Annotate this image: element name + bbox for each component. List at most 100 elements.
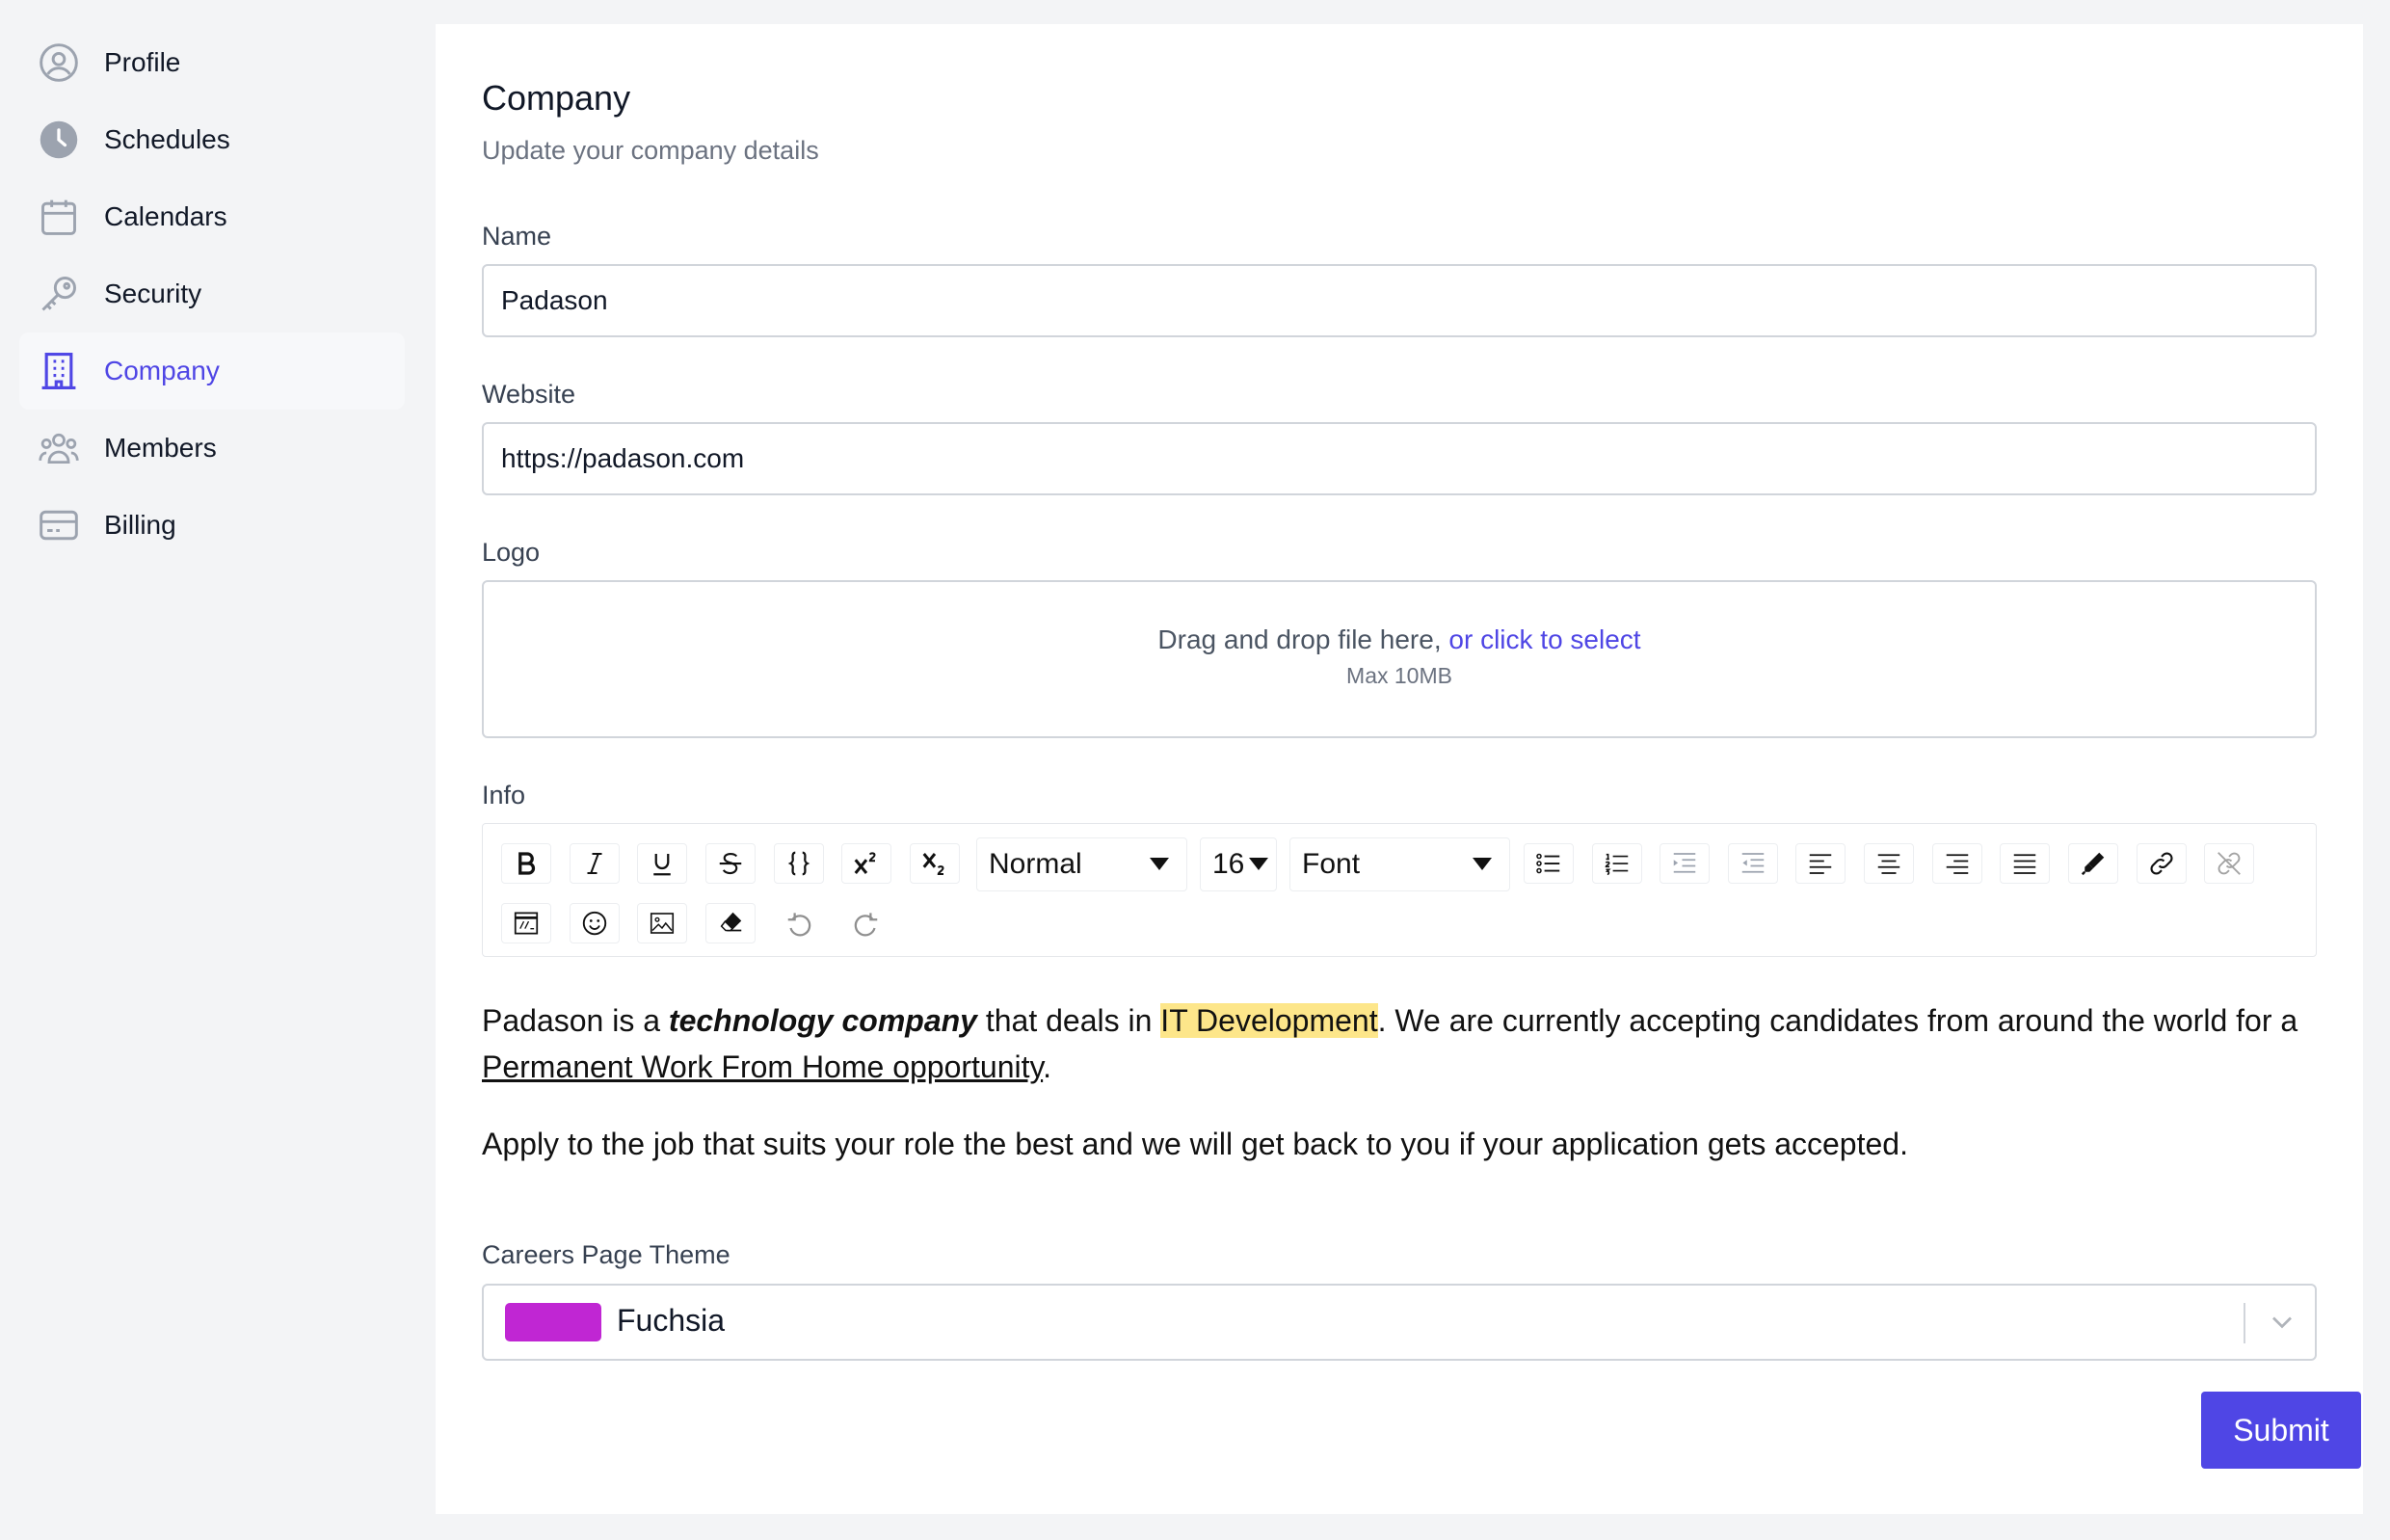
clear-format-button[interactable] bbox=[705, 903, 756, 943]
website-label: Website bbox=[482, 380, 576, 409]
strikethrough-button[interactable] bbox=[705, 843, 756, 884]
page-subtitle: Update your company details bbox=[482, 136, 819, 165]
block-format-value: Normal bbox=[989, 848, 1082, 880]
font-size-select[interactable]: 16 bbox=[1200, 837, 1277, 891]
image-icon bbox=[650, 913, 675, 934]
braces-icon bbox=[787, 851, 810, 876]
sidebar-item-schedules[interactable]: Schedules bbox=[19, 101, 405, 178]
clock-icon bbox=[37, 118, 81, 162]
theme-value: Fuchsia bbox=[617, 1303, 726, 1338]
align-left-icon bbox=[1809, 854, 1832, 874]
editor-text: Padason is a bbox=[482, 1003, 669, 1038]
superscript-button[interactable] bbox=[841, 843, 891, 884]
insert-image-button[interactable] bbox=[637, 903, 687, 943]
sidebar-item-label: Profile bbox=[104, 47, 181, 77]
italic-button[interactable] bbox=[570, 843, 620, 884]
dropzone-text-line: Drag and drop file here, or click to sel… bbox=[484, 624, 2315, 655]
sidebar-item-label: Calendars bbox=[104, 201, 227, 231]
dropzone-text: Drag and drop file here, bbox=[1157, 624, 1442, 654]
sidebar-item-billing[interactable]: Billing bbox=[19, 487, 405, 564]
editor-highlighted-text: IT Development bbox=[1160, 1003, 1378, 1038]
align-justify-button[interactable] bbox=[2000, 843, 2050, 884]
redo-icon bbox=[854, 913, 878, 937]
font-size-value: 16 bbox=[1212, 848, 1245, 880]
bullet-list-icon bbox=[1536, 853, 1560, 874]
sidebar-item-company[interactable]: Company bbox=[19, 332, 405, 410]
outdent-button[interactable] bbox=[1728, 843, 1778, 884]
eraser-icon bbox=[720, 912, 742, 932]
sidebar-item-label: Security bbox=[104, 279, 202, 308]
sidebar-item-members[interactable]: Members bbox=[19, 410, 405, 487]
highlight-color-button[interactable] bbox=[2068, 843, 2118, 884]
sidebar-item-security[interactable]: Security bbox=[19, 255, 405, 332]
sidebar-item-label: Schedules bbox=[104, 124, 230, 154]
undo-icon bbox=[787, 913, 811, 937]
logo-dropzone[interactable]: Drag and drop file here, or click to sel… bbox=[482, 580, 2317, 738]
careers-theme-select[interactable]: Fuchsia bbox=[482, 1284, 2317, 1361]
unlink-icon bbox=[2217, 852, 2241, 875]
insert-link-button[interactable] bbox=[2137, 843, 2187, 884]
editor-paragraph: Padason is a technology company that dea… bbox=[482, 997, 2317, 1090]
users-icon bbox=[37, 426, 81, 470]
theme-label: Careers Page Theme bbox=[482, 1240, 730, 1269]
info-editor[interactable]: Padason is a technology company that dea… bbox=[482, 997, 2317, 1198]
font-family-value: Font bbox=[1302, 848, 1361, 880]
align-right-button[interactable] bbox=[1932, 843, 1982, 884]
sidebar-item-profile[interactable]: Profile bbox=[19, 24, 405, 101]
select-divider bbox=[2244, 1303, 2245, 1343]
key-icon bbox=[37, 272, 81, 316]
bold-icon bbox=[518, 852, 536, 875]
caret-down-icon bbox=[1150, 858, 1169, 870]
editor-text: . bbox=[1043, 1049, 1052, 1084]
marker-icon bbox=[2081, 852, 2105, 876]
indent-icon bbox=[1673, 853, 1696, 873]
info-label: Info bbox=[482, 781, 526, 810]
editor-text: that deals in bbox=[976, 1003, 1161, 1038]
credit-card-icon bbox=[37, 503, 81, 547]
sidebar-item-label: Company bbox=[104, 356, 220, 385]
font-family-select[interactable]: Font bbox=[1289, 837, 1510, 891]
page-title: Company bbox=[482, 78, 631, 118]
align-left-button[interactable] bbox=[1795, 843, 1846, 884]
italic-icon bbox=[587, 853, 602, 874]
undo-button[interactable] bbox=[774, 903, 824, 943]
code-block-button[interactable] bbox=[774, 843, 824, 884]
dropzone-select-link[interactable]: or click to select bbox=[1448, 624, 1640, 654]
chevron-down-icon[interactable] bbox=[2265, 1305, 2299, 1340]
underline-icon bbox=[653, 854, 671, 876]
dropzone-hint: Max 10MB bbox=[1346, 663, 1452, 688]
user-circle-icon bbox=[37, 40, 81, 85]
sidebar-item-calendars[interactable]: Calendars bbox=[19, 178, 405, 255]
editor-text: . We are currently accepting candidates … bbox=[1377, 1003, 2298, 1038]
strikethrough-icon bbox=[719, 852, 742, 875]
numbered-list-icon bbox=[1605, 853, 1629, 876]
code-view-button[interactable] bbox=[501, 903, 551, 943]
subscript-icon bbox=[922, 853, 944, 875]
name-label: Name bbox=[482, 222, 552, 251]
superscript-icon bbox=[854, 852, 876, 874]
redo-button[interactable] bbox=[841, 903, 891, 943]
logo-label: Logo bbox=[482, 538, 541, 567]
name-input[interactable] bbox=[482, 264, 2317, 337]
submit-button[interactable]: Submit bbox=[2201, 1392, 2361, 1469]
website-input[interactable] bbox=[482, 422, 2317, 495]
sidebar-item-label: Billing bbox=[104, 510, 176, 540]
caret-down-icon bbox=[1473, 858, 1492, 870]
numbered-list-button[interactable] bbox=[1592, 843, 1642, 884]
editor-paragraph: Apply to the job that suits your role th… bbox=[482, 1127, 1908, 1161]
company-panel: Company Update your company details Name… bbox=[436, 24, 2363, 1514]
subscript-button[interactable] bbox=[910, 843, 960, 884]
smiley-icon bbox=[582, 911, 607, 936]
editor-toolbar: Normal 16 Font bbox=[482, 823, 2317, 957]
bullet-list-button[interactable] bbox=[1524, 843, 1574, 884]
building-icon bbox=[37, 349, 81, 393]
bold-button[interactable] bbox=[501, 843, 551, 884]
align-center-button[interactable] bbox=[1864, 843, 1914, 884]
emoji-button[interactable] bbox=[570, 903, 620, 943]
indent-button[interactable] bbox=[1660, 843, 1710, 884]
block-format-select[interactable]: Normal bbox=[976, 837, 1187, 891]
remove-link-button[interactable] bbox=[2204, 843, 2254, 884]
underline-button[interactable] bbox=[637, 843, 687, 884]
sidebar: Profile Schedules Calendars Security Com… bbox=[19, 24, 405, 564]
editor-underlined-text: Permanent Work From Home opportunity bbox=[482, 1049, 1044, 1084]
